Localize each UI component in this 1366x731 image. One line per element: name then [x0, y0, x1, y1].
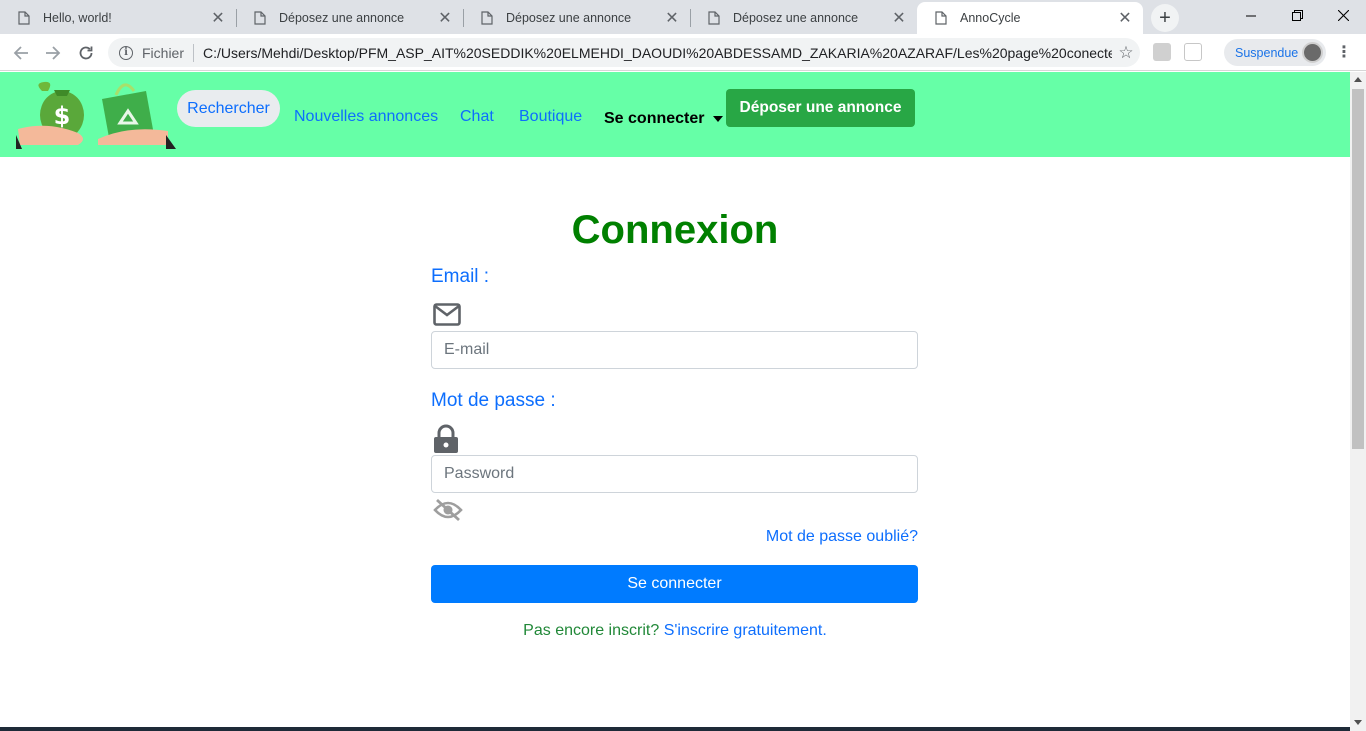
annocycle-logo[interactable]: $	[16, 79, 176, 150]
taskbar-edge	[0, 727, 1350, 731]
browser-tab[interactable]: Hello, world! ✕	[0, 2, 236, 34]
close-icon[interactable]: ✕	[210, 8, 226, 28]
extension-icon[interactable]	[1184, 43, 1202, 61]
eye-off-icon[interactable]	[433, 498, 463, 522]
post-ad-button[interactable]: Déposer une annonce	[726, 89, 915, 127]
tab-title: Déposez une annonce	[733, 11, 859, 25]
svg-text:$: $	[54, 102, 71, 130]
close-window-button[interactable]	[1320, 0, 1366, 30]
plus-icon: +	[1159, 6, 1171, 29]
url-text[interactable]: C:/Users/Mehdi/Desktop/PFM_ASP_AIT%20SED…	[203, 45, 1112, 61]
reload-icon	[79, 46, 93, 60]
reload-button[interactable]	[73, 40, 99, 66]
pdf-extension-icon[interactable]	[1153, 43, 1171, 61]
nav-link-nouvelles-annonces[interactable]: Nouvelles annonces	[294, 108, 438, 126]
site-navbar: $ Rechercher Nouvelles annonces Chat Bou…	[0, 72, 1350, 157]
address-bar[interactable]: i Fichier C:/Users/Mehdi/Desktop/PFM_ASP…	[108, 38, 1140, 67]
browser-tab-active[interactable]: AnnoCycle ✕	[917, 2, 1143, 34]
file-icon	[935, 11, 947, 25]
profile-button[interactable]: Suspendue	[1224, 39, 1326, 66]
back-button[interactable]	[8, 40, 34, 66]
scroll-up-arrow[interactable]	[1354, 77, 1362, 82]
close-icon	[1337, 9, 1349, 21]
browser-tab[interactable]: Déposez une annonce ✕	[236, 2, 463, 34]
file-icon	[481, 11, 493, 25]
file-icon	[18, 11, 30, 25]
new-tab-button[interactable]: +	[1151, 4, 1179, 32]
omnibox-divider	[193, 43, 195, 62]
close-icon[interactable]: ✕	[437, 8, 453, 28]
tab-title: Déposez une annonce	[506, 11, 632, 25]
file-icon	[254, 11, 266, 25]
scheme-label: Fichier	[142, 44, 185, 61]
forward-icon	[46, 46, 61, 60]
forward-button[interactable]	[40, 40, 66, 66]
browser-tab[interactable]: Déposez une annonce ✕	[690, 2, 917, 34]
page-viewport: $ Rechercher Nouvelles annonces Chat Bou…	[0, 72, 1350, 731]
minimize-button[interactable]	[1228, 0, 1274, 30]
password-label: Mot de passe :	[431, 390, 556, 411]
info-icon[interactable]: i	[119, 45, 133, 60]
page-title: Connexion	[571, 208, 779, 252]
restore-button[interactable]	[1274, 0, 1320, 30]
nav-link-chat[interactable]: Chat	[460, 108, 494, 126]
browser-tab-strip: Hello, world! ✕ Déposez une annonce ✕ Dé…	[0, 0, 1366, 34]
login-dropdown[interactable]: Se connecter	[604, 110, 724, 128]
forgot-password-link[interactable]: Mot de passe oublié?	[0, 528, 918, 546]
login-dropdown-label: Se connecter	[604, 110, 705, 127]
close-icon[interactable]: ✕	[664, 8, 680, 28]
tab-title: Hello, world!	[43, 11, 112, 25]
email-label: Email :	[431, 266, 490, 287]
tab-title: AnnoCycle	[960, 11, 1021, 25]
browser-menu-icon[interactable]: ⋮	[1334, 43, 1354, 63]
close-icon[interactable]: ✕	[891, 8, 907, 28]
browser-toolbar: i Fichier C:/Users/Mehdi/Desktop/PFM_ASP…	[0, 34, 1366, 71]
email-field[interactable]	[431, 331, 918, 369]
signup-question: Pas encore inscrit?	[523, 622, 660, 639]
minimize-icon	[1245, 15, 1256, 16]
scroll-down-arrow[interactable]	[1354, 720, 1362, 725]
avatar	[1302, 42, 1323, 63]
tab-title: Déposez une annonce	[279, 11, 405, 25]
file-icon	[708, 11, 720, 25]
restore-icon	[1291, 9, 1303, 21]
signup-link[interactable]: S'inscrire gratuitement.	[664, 622, 827, 639]
mail-icon	[433, 303, 461, 326]
login-submit-button[interactable]: Se connecter	[431, 565, 918, 603]
scroll-thumb[interactable]	[1352, 89, 1364, 449]
browser-tab[interactable]: Déposez une annonce ✕	[463, 2, 690, 34]
star-icon[interactable]: ☆	[1112, 43, 1140, 63]
nav-link-rechercher[interactable]: Rechercher	[177, 90, 280, 127]
signup-prompt: Pas encore inscrit? S'inscrire gratuitem…	[0, 622, 1350, 640]
lock-icon	[434, 424, 458, 453]
caret-down-icon	[713, 116, 724, 122]
profile-label: Suspendue	[1235, 45, 1299, 60]
nav-link-boutique[interactable]: Boutique	[519, 108, 582, 126]
page-scrollbar[interactable]	[1350, 72, 1366, 731]
close-icon[interactable]: ✕	[1117, 8, 1133, 28]
password-field[interactable]	[431, 455, 918, 493]
back-icon	[13, 46, 28, 60]
